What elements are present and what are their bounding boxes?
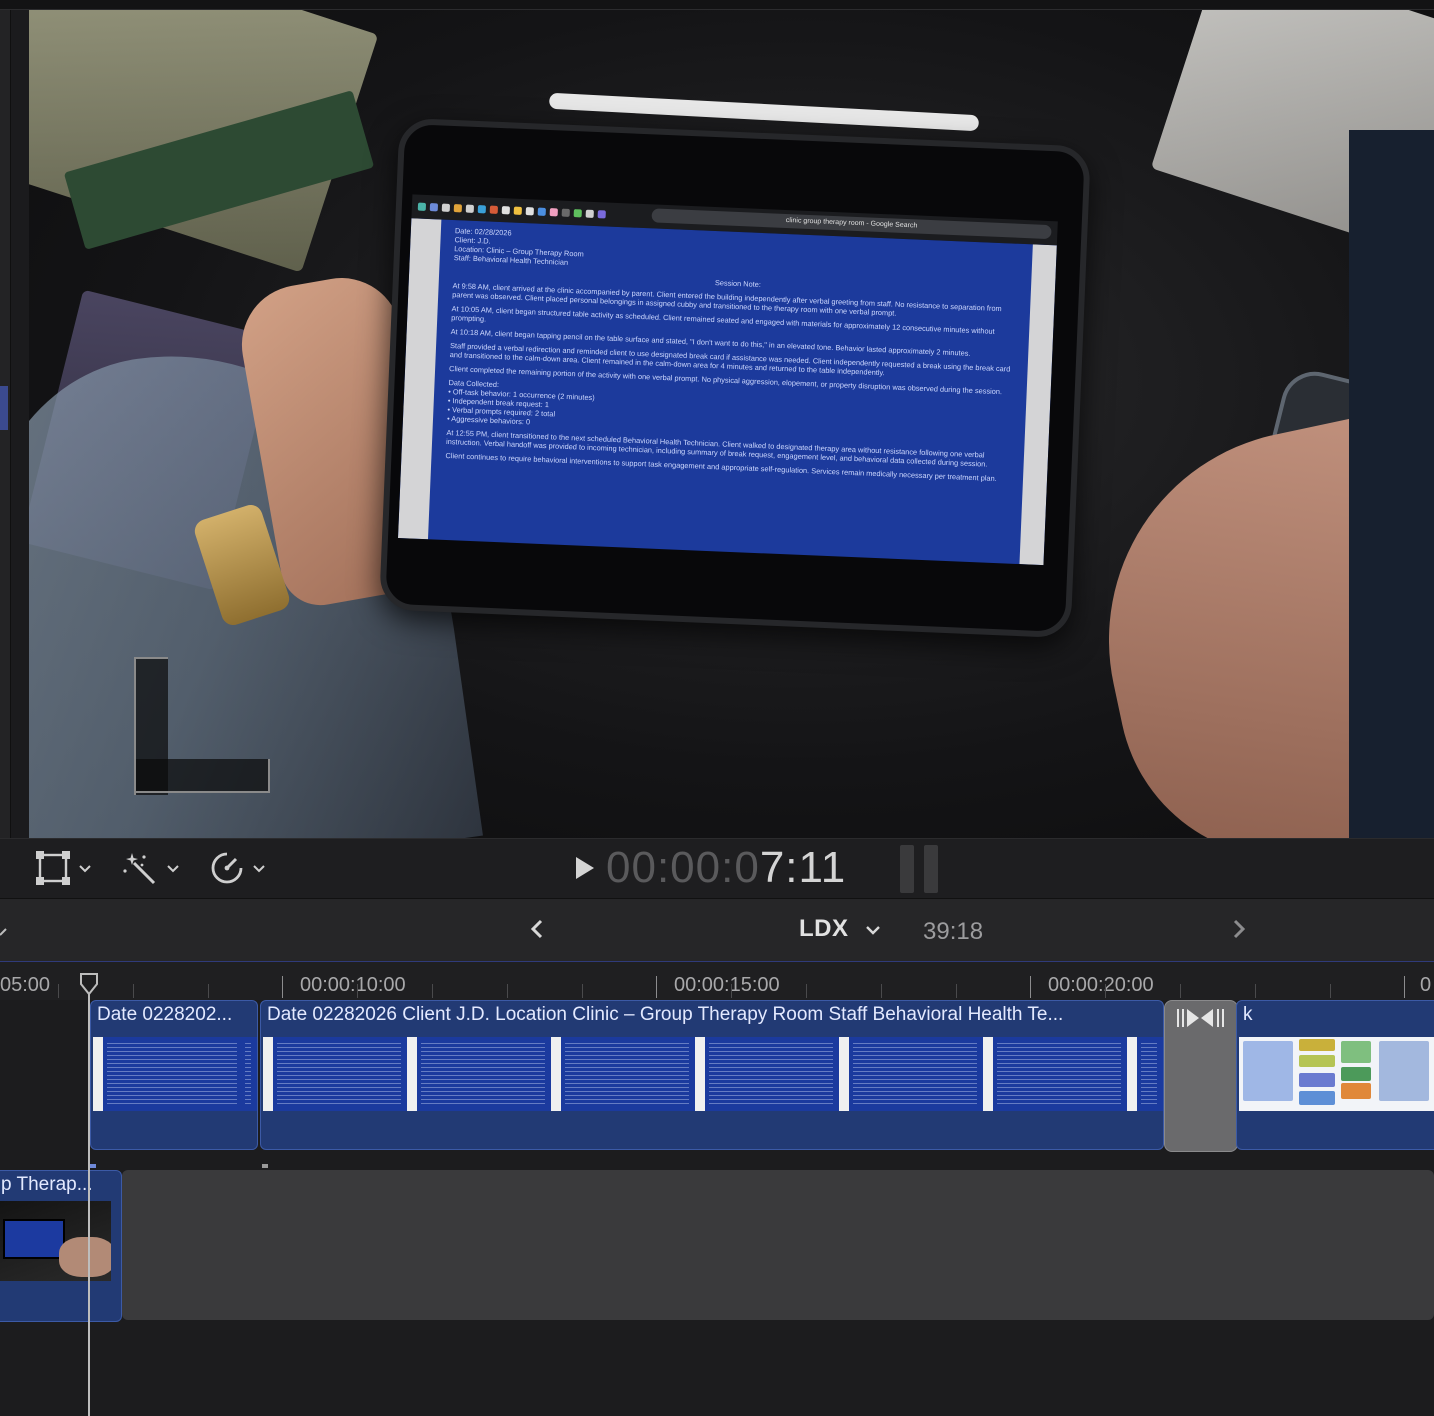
ruler-minor-tick: [58, 984, 59, 998]
viewer: clinic group therapy room - Google Searc…: [0, 0, 1434, 899]
ruler-minor-tick: [1330, 984, 1331, 998]
viewer-toolbar: 00:00:07:11: [0, 838, 1434, 899]
transform-tool-button[interactable]: [36, 851, 92, 885]
chevron-down-icon[interactable]: [864, 921, 882, 939]
chevron-down-icon: [167, 865, 179, 873]
clip-filmstrip: [263, 1037, 1163, 1111]
magic-wand-icon: [123, 853, 156, 885]
collapse-chevron-icon[interactable]: [0, 921, 10, 939]
left-panel-edge: [0, 10, 11, 838]
ruler-minor-tick: [731, 984, 732, 998]
ruler-minor-tick: [1105, 984, 1106, 998]
timeline-clip[interactable]: Date 02282026 Client J.D. Location Clini…: [260, 1000, 1164, 1150]
clip-title: Date 0228202...: [97, 1004, 233, 1025]
transition-block[interactable]: [1164, 1000, 1238, 1152]
clip-thumbnail: [1239, 1037, 1434, 1111]
clip-connection-marker: [90, 1164, 96, 1168]
ruler-minor-tick: [1180, 984, 1181, 998]
ruler-label: 0: [1420, 974, 1432, 996]
ruler-minor-tick: [1255, 984, 1256, 998]
ruler-minor-tick: [133, 984, 134, 998]
timeline-clip[interactable]: k: [1236, 1000, 1434, 1150]
timeline-ruler[interactable]: 05:00 00:00:10:00 00:00:15:00 00:00:20:0…: [0, 962, 1434, 1000]
playhead-handle-icon[interactable]: [79, 972, 99, 996]
selected-item-edge: [0, 386, 8, 430]
ruler-minor-tick: [208, 984, 209, 998]
ruler-minor-tick: [582, 984, 583, 998]
letter-l-overlay: [134, 657, 270, 795]
viewer-top-border: [0, 0, 1434, 10]
empty-track-lane: [122, 1170, 1434, 1320]
ruler-label: 00:00:10:00: [300, 974, 406, 996]
ruler-major-tick: [1404, 976, 1405, 998]
clip-title: k: [1243, 1004, 1253, 1025]
clip-title: p Therap...: [1, 1174, 93, 1195]
ruler-label: 00:00:20:00: [1048, 974, 1154, 996]
ruler-major-tick: [656, 976, 657, 998]
enhance-tool-button[interactable]: [122, 851, 180, 885]
timeline-clip[interactable]: Date 0228202...: [90, 1000, 258, 1150]
clip-connection-marker: [262, 1164, 268, 1168]
connected-clip[interactable]: p Therap...: [0, 1170, 122, 1322]
timeline-header: LDX 39:18: [0, 898, 1434, 963]
ruler-minor-tick: [881, 984, 882, 998]
forward-chevron-icon[interactable]: [1228, 917, 1250, 941]
audio-meter: [898, 845, 942, 893]
ruler-minor-tick: [507, 984, 508, 998]
preview-sleeve: [1349, 130, 1434, 838]
clip-title: Date 02282026 Client J.D. Location Clini…: [267, 1004, 1064, 1025]
ruler-major-tick: [1030, 976, 1031, 998]
playhead[interactable]: [88, 982, 90, 1416]
cross-dissolve-icon: [1177, 1009, 1224, 1027]
ruler-minor-tick: [357, 984, 358, 998]
session-note-text: Date: 02/28/2026 Client: J.D. Location: …: [445, 226, 1011, 484]
ruler-minor-tick: [956, 984, 957, 998]
speedometer-icon: [211, 852, 243, 884]
ruler-minor-tick: [806, 984, 807, 998]
clip-filmstrip: [93, 1037, 257, 1111]
ruler-label: 05:00: [0, 974, 51, 996]
timecode-display[interactable]: 00:00:07:11: [606, 843, 846, 893]
preview-pencil: [548, 92, 980, 132]
play-icon[interactable]: [572, 853, 598, 883]
tablet-document: Date: 02/28/2026 Client: J.D. Location: …: [398, 218, 1057, 566]
ruler-major-tick: [282, 976, 283, 998]
crop-transform-icon: [36, 851, 70, 885]
project-name[interactable]: LDX: [799, 915, 849, 943]
ruler-minor-tick: [432, 984, 433, 998]
project-duration: 39:18: [923, 918, 984, 945]
chevron-down-icon: [79, 865, 91, 873]
clip-thumbnail: [0, 1201, 111, 1281]
chevron-down-icon: [253, 865, 265, 873]
video-preview-frame[interactable]: clinic group therapy room - Google Searc…: [29, 10, 1434, 838]
ruler-label: 00:00:15:00: [674, 974, 780, 996]
preview-tablet: clinic group therapy room - Google Searc…: [379, 117, 1091, 639]
back-chevron-icon[interactable]: [526, 917, 548, 941]
retime-tool-button[interactable]: [210, 851, 266, 885]
timeline-tracks: Date 0228202... Date 02282026 Client J.D…: [0, 1000, 1434, 1416]
